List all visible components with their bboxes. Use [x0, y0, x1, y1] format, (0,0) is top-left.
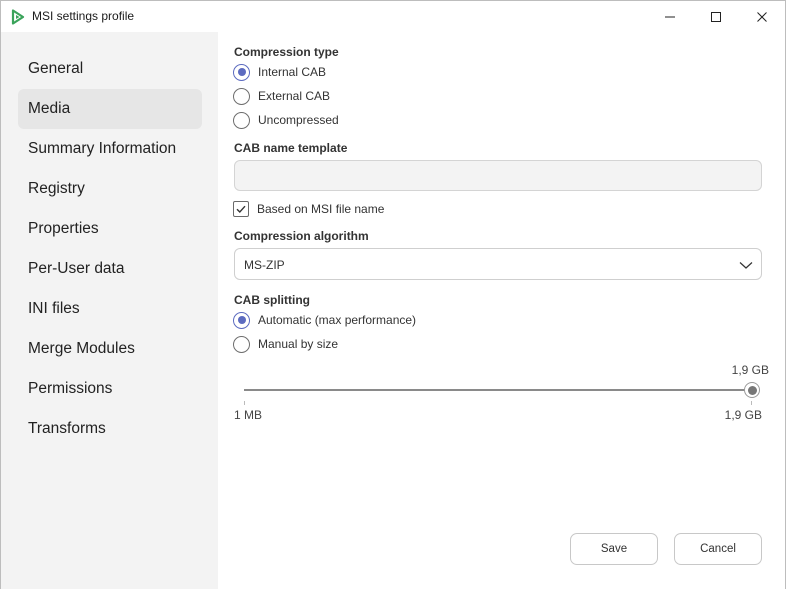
- sidebar-nav: General Media Summary Information Regist…: [1, 32, 218, 589]
- cancel-button[interactable]: Cancel: [674, 533, 762, 565]
- sidebar-item-permissions[interactable]: Permissions: [18, 369, 202, 409]
- cab-size-slider-track[interactable]: [244, 389, 752, 391]
- radio-button[interactable]: [233, 87, 250, 105]
- radio-label: Internal CAB: [258, 65, 327, 79]
- radio-internal-cab[interactable]: Internal CAB: [233, 62, 326, 82]
- maximize-icon: [711, 11, 721, 22]
- compression-algorithm-label: Compression algorithm: [234, 229, 369, 243]
- slider-max-tick: [751, 401, 752, 405]
- radio-uncompressed[interactable]: Uncompressed: [233, 110, 339, 130]
- checkmark-icon: [236, 205, 246, 214]
- slider-min-label: 1 MB: [234, 408, 263, 422]
- sidebar-item-properties[interactable]: Properties: [18, 209, 202, 249]
- radio-label: External CAB: [258, 89, 331, 103]
- radio-label: Automatic (max performance): [258, 313, 417, 327]
- sidebar-item-label: INI files: [28, 300, 80, 317]
- sidebar-item-label: Merge Modules: [28, 340, 135, 357]
- sidebar-item-label: General: [28, 60, 84, 77]
- radio-button-checked[interactable]: [233, 63, 250, 81]
- radio-label: Uncompressed: [258, 113, 339, 127]
- sidebar-item-per-user-data[interactable]: Per-User data: [18, 249, 202, 289]
- settings-window: MSI settings profile General Media Summa…: [0, 0, 786, 589]
- radio-manual-by-size[interactable]: Manual by size: [233, 334, 338, 354]
- sidebar-item-label: Registry: [28, 180, 85, 197]
- minimize-icon: [665, 16, 675, 17]
- sidebar-item-transforms[interactable]: Transforms: [18, 409, 202, 449]
- title-bar[interactable]: MSI settings profile: [1, 1, 785, 32]
- sidebar-item-merge-modules[interactable]: Merge Modules: [18, 329, 202, 369]
- radio-button[interactable]: [233, 335, 250, 353]
- slider-max-label: 1,9 GB: [724, 408, 762, 422]
- radio-button-checked[interactable]: [233, 311, 250, 329]
- close-icon: [757, 11, 767, 22]
- sidebar-item-general[interactable]: General: [18, 49, 202, 89]
- chevron-down-icon: [739, 258, 753, 276]
- cab-name-template-label: CAB name template: [234, 141, 348, 155]
- radio-label: Manual by size: [258, 337, 339, 351]
- radio-button[interactable]: [233, 111, 250, 129]
- window-title: MSI settings profile: [32, 9, 135, 23]
- radio-external-cab[interactable]: External CAB: [233, 86, 330, 106]
- slider-value-label: 1,9 GB: [731, 363, 769, 377]
- advanced-installer-logo-icon: [11, 9, 25, 25]
- compression-type-label: Compression type: [234, 45, 339, 59]
- close-button[interactable]: [739, 1, 785, 32]
- sidebar-item-label: Transforms: [28, 420, 106, 437]
- compression-algorithm-dropdown[interactable]: MS-ZIP: [234, 248, 762, 280]
- sidebar-item-label: Permissions: [28, 380, 113, 397]
- sidebar-item-label: Per-User data: [28, 260, 125, 277]
- cab-name-template-input[interactable]: [234, 160, 762, 191]
- save-button[interactable]: Save: [570, 533, 658, 565]
- media-settings-panel: Compression type Internal CAB External C…: [218, 32, 785, 589]
- sidebar-item-media[interactable]: Media: [18, 89, 202, 129]
- radio-automatic-max-performance[interactable]: Automatic (max performance): [233, 310, 416, 330]
- cab-size-slider-thumb[interactable]: [744, 382, 760, 398]
- slider-min-tick: [244, 401, 245, 405]
- minimize-button[interactable]: [647, 1, 693, 32]
- sidebar-item-label: Properties: [28, 220, 99, 237]
- checkbox-label: Based on MSI file name: [257, 202, 385, 216]
- sidebar-item-registry[interactable]: Registry: [18, 169, 202, 209]
- based-on-msi-checkbox[interactable]: [233, 201, 249, 217]
- cab-splitting-label: CAB splitting: [234, 293, 310, 307]
- based-on-msi-file-name-checkbox-row[interactable]: Based on MSI file name: [233, 199, 384, 219]
- sidebar-item-ini-files[interactable]: INI files: [18, 289, 202, 329]
- dropdown-selected-value: MS-ZIP: [244, 258, 285, 272]
- maximize-button[interactable]: [693, 1, 739, 32]
- sidebar-item-label: Summary Information: [28, 140, 177, 157]
- sidebar-item-summary-information[interactable]: Summary Information: [18, 129, 202, 169]
- sidebar-item-label: Media: [28, 100, 71, 117]
